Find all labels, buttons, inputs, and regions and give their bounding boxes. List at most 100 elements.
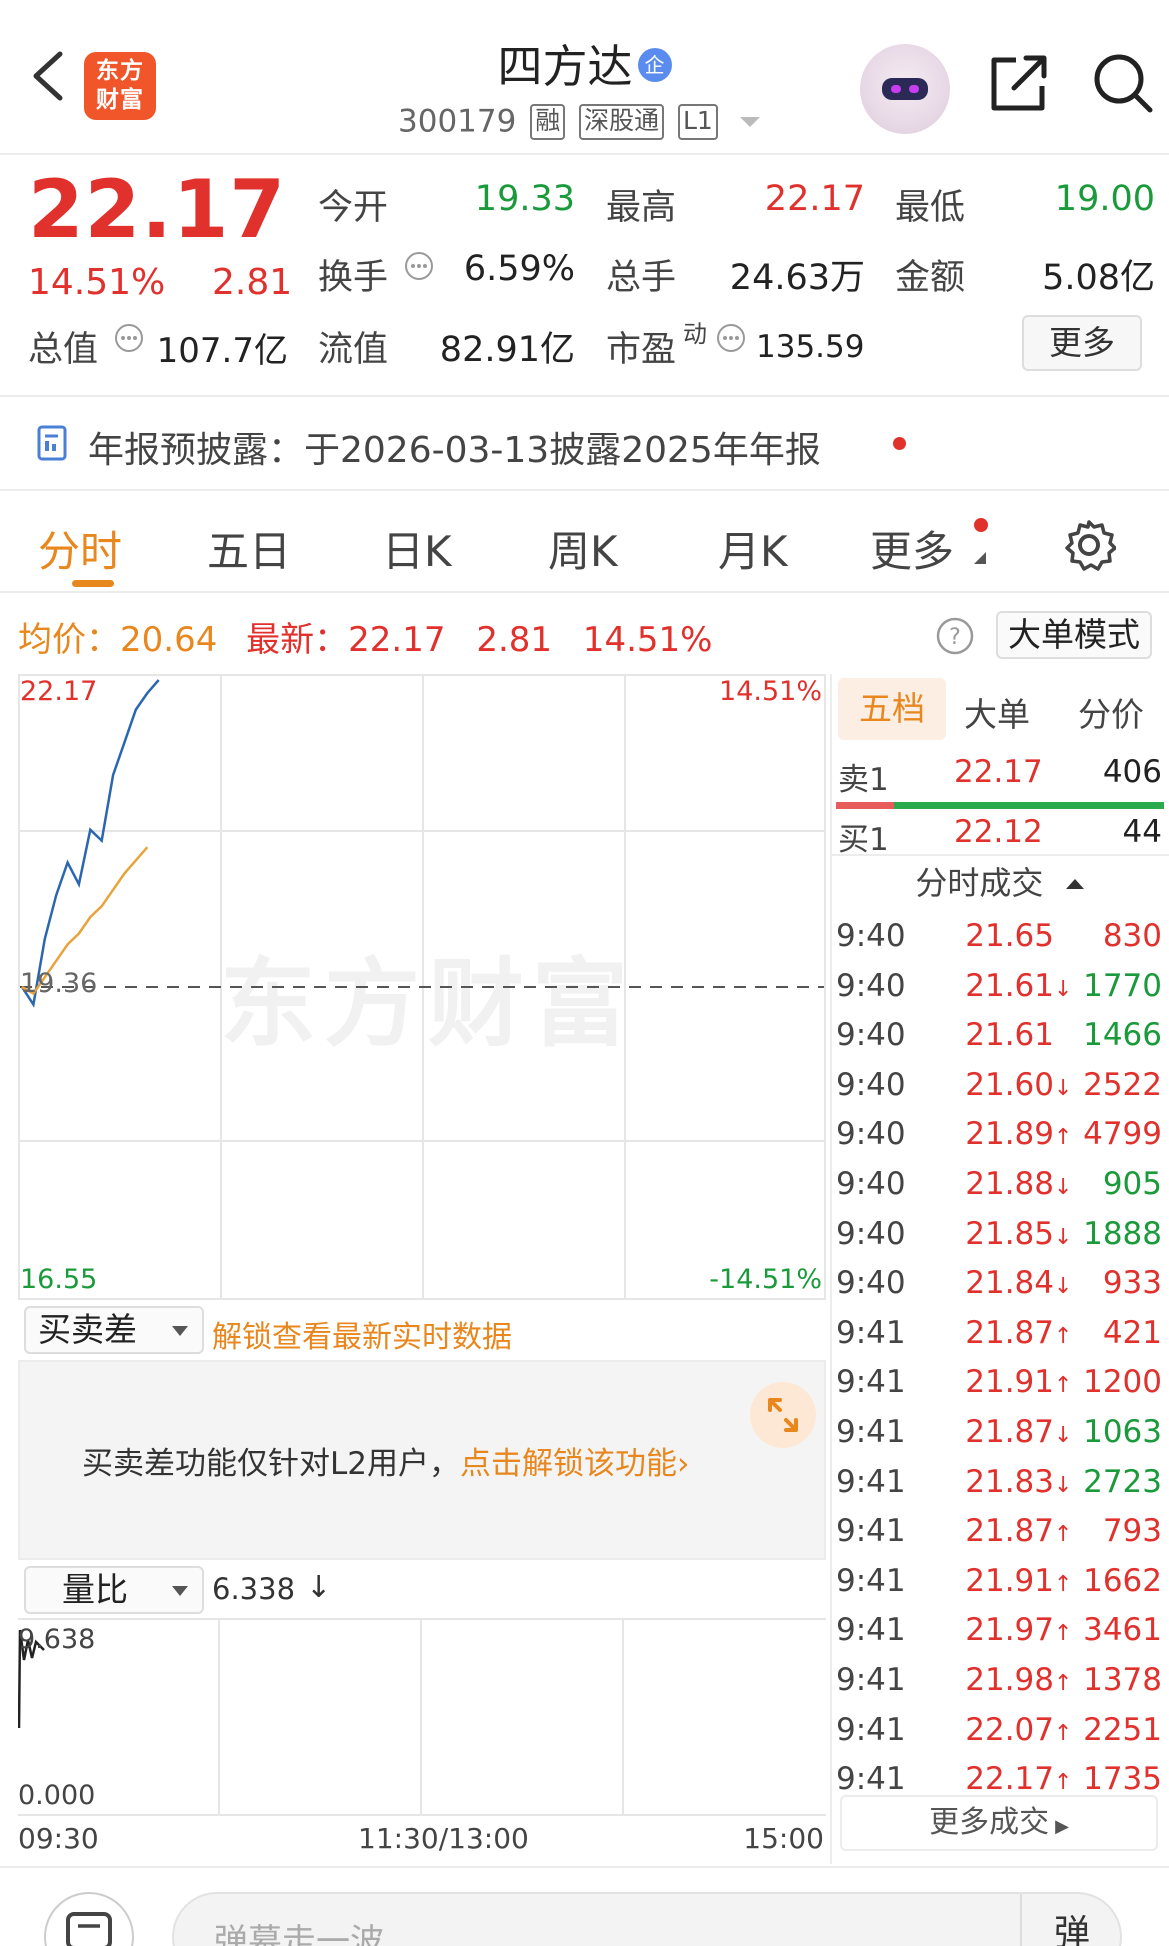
tag-level: L1 [677, 103, 718, 140]
trade-volume: 933 [1102, 1265, 1162, 1302]
float-cap-label: 流值 [318, 330, 389, 370]
trade-price-value: 22.07 [965, 1711, 1054, 1748]
trade-price: 21.60↓ [965, 1067, 1072, 1103]
trade-volume: 1770 [1083, 967, 1162, 1004]
dropdown-arrow-icon[interactable] [738, 114, 762, 130]
trade-time: 9:41 [836, 1513, 906, 1550]
trade-volume: 421 [1102, 1314, 1162, 1351]
volume-ratio-value: 6.338 [212, 1572, 296, 1606]
volume-ratio-chart[interactable]: 9.638 0.000 [18, 1618, 826, 1816]
trade-time: 9:40 [836, 1166, 906, 1202]
price-line-plot [20, 679, 824, 1008]
big-order-mode-button[interactable]: 大单模式 [996, 611, 1152, 659]
high-label: 最高 [606, 188, 677, 228]
low-label: 最低 [895, 188, 966, 228]
tab-monthly-k[interactable]: 月K [718, 518, 788, 579]
trade-price: 21.91↑ [965, 1364, 1072, 1400]
l2-locked-panel[interactable]: 买卖差功能仅针对L2用户，点击解锁该功能› [18, 1360, 826, 1560]
trade-volume: 1662 [1083, 1562, 1162, 1599]
trade-time: 9:41 [836, 1414, 906, 1450]
trade-row: 9:40 21.84↓ 933 [836, 1259, 1166, 1309]
assistant-avatar[interactable] [860, 44, 950, 134]
buy-1-volume: 44 [1122, 814, 1162, 850]
unlock-hint-text[interactable]: 解锁查看最新实时数据 [212, 1312, 512, 1356]
settings-gear-icon[interactable] [1062, 518, 1116, 572]
tab-five-day[interactable]: 五日 [207, 518, 291, 579]
trade-price: 22.17↑ [965, 1761, 1072, 1798]
expand-arrows-icon [768, 1398, 798, 1432]
orderbook-divider [830, 854, 1169, 856]
comment-button[interactable] [44, 1892, 134, 1946]
trade-volume: 4799 [1083, 1116, 1162, 1153]
danmu-send-button[interactable]: 弹 [1020, 1894, 1122, 1946]
more-quote-button[interactable]: 更多 [1022, 315, 1142, 371]
tab-weekly-k[interactable]: 周K [548, 518, 618, 579]
danmu-input[interactable]: 弹幕走一波... 弹 [172, 1892, 1122, 1946]
info-more-icon[interactable] [404, 251, 434, 281]
amount-label: 金额 [895, 258, 966, 298]
info-more-icon[interactable] [114, 323, 144, 353]
trade-price: 21.84↓ [965, 1265, 1072, 1301]
trade-row: 9:41 21.83↓ 2723 [836, 1458, 1166, 1508]
up-arrow-icon: ↑ [1054, 1621, 1073, 1647]
trade-price: 21.88↓ [965, 1166, 1072, 1202]
intraday-chart[interactable]: 东方财富 22.17 19.36 16.55 14.51% -14.51% [18, 674, 826, 1300]
turnover-label: 换手 [318, 258, 389, 298]
market-cap-value: 107.7亿 [156, 331, 288, 371]
tag-stock-connect: 深股通 [579, 103, 665, 140]
down-arrow-icon: ↓ [306, 1570, 332, 1605]
expand-button[interactable] [750, 1382, 816, 1448]
trade-volume: 2522 [1083, 1066, 1162, 1103]
volume-label: 总手 [606, 258, 677, 298]
help-icon[interactable]: ? [935, 616, 975, 656]
trade-price: 21.87↑ [965, 1314, 1072, 1351]
trade-price-value: 21.88 [965, 1166, 1054, 1202]
trade-price-value: 21.87 [965, 1314, 1054, 1351]
trade-price-value: 21.83 [965, 1463, 1054, 1500]
trade-row: 9:41 21.97↑ 3461 [836, 1606, 1166, 1656]
trade-volume: 2251 [1083, 1711, 1162, 1748]
orderbook-tab-label: 五档 [859, 689, 925, 728]
volume-ratio-dropdown[interactable]: 量比 [24, 1566, 204, 1614]
market-cap-label: 总值 [28, 330, 99, 370]
trade-price-value: 22.17 [965, 1761, 1054, 1798]
active-tab-indicator [72, 580, 114, 587]
orderbook-tab-price-dist[interactable]: 分价 [1078, 688, 1144, 736]
time-axis: 09:30 11:30/13:00 15:00 [18, 1822, 826, 1862]
caret-up-icon [1065, 879, 1084, 889]
orderbook-tab-five-level[interactable]: 五档 [838, 678, 946, 740]
share-icon[interactable] [986, 50, 1052, 116]
buysell-dropdown[interactable]: 买卖差 [24, 1306, 204, 1354]
tab-more[interactable]: 更多 [870, 518, 954, 579]
trade-row: 9:41 21.91↑ 1200 [836, 1358, 1166, 1408]
low-value: 19.00 [1054, 179, 1155, 219]
trades-title-row[interactable]: 分时成交 [830, 858, 1169, 910]
amount-value: 5.08亿 [1042, 258, 1155, 298]
trade-price: 21.89↑ [965, 1116, 1072, 1152]
tab-daily-k[interactable]: 日K [382, 518, 452, 579]
search-icon[interactable] [1090, 50, 1156, 116]
tab-intraday[interactable]: 分时 [38, 518, 122, 579]
trade-time: 9:41 [836, 1711, 906, 1748]
trade-price-value: 21.87 [965, 1414, 1054, 1450]
tab-more-red-dot [974, 518, 988, 532]
l2-unlock-link[interactable]: 点击解锁该功能 [460, 1446, 677, 1482]
trade-volume: 1200 [1083, 1364, 1162, 1401]
sell-1-volume: 406 [1102, 754, 1162, 790]
trade-time: 9:41 [836, 1562, 906, 1599]
notice-bar[interactable]: 年报预披露：于2026-03-13披露2025年年报 [0, 399, 1169, 491]
more-trades-button[interactable]: 更多成交 ▶ [840, 1795, 1158, 1851]
trade-time: 9:40 [836, 967, 906, 1004]
trade-price-value: 21.98 [965, 1662, 1054, 1698]
info-more-icon[interactable] [716, 323, 746, 353]
enterprise-badge-icon: 企 [637, 48, 672, 82]
trade-volume: 905 [1102, 1166, 1162, 1202]
latest-change: 2.81 [476, 620, 553, 660]
pe-label: 市盈 [606, 330, 677, 370]
orderbook-tab-big-order[interactable]: 大单 [964, 688, 1030, 736]
float-cap-value: 82.91亿 [439, 330, 575, 370]
trades-title: 分时成交 [915, 864, 1044, 902]
down-arrow-icon: ↓ [1054, 976, 1073, 1002]
top-header: 东方财富 四方达 企 300179 融 深股通 L1 [0, 0, 1169, 155]
trade-row: 9:40 21.89↑ 4799 [836, 1110, 1166, 1160]
